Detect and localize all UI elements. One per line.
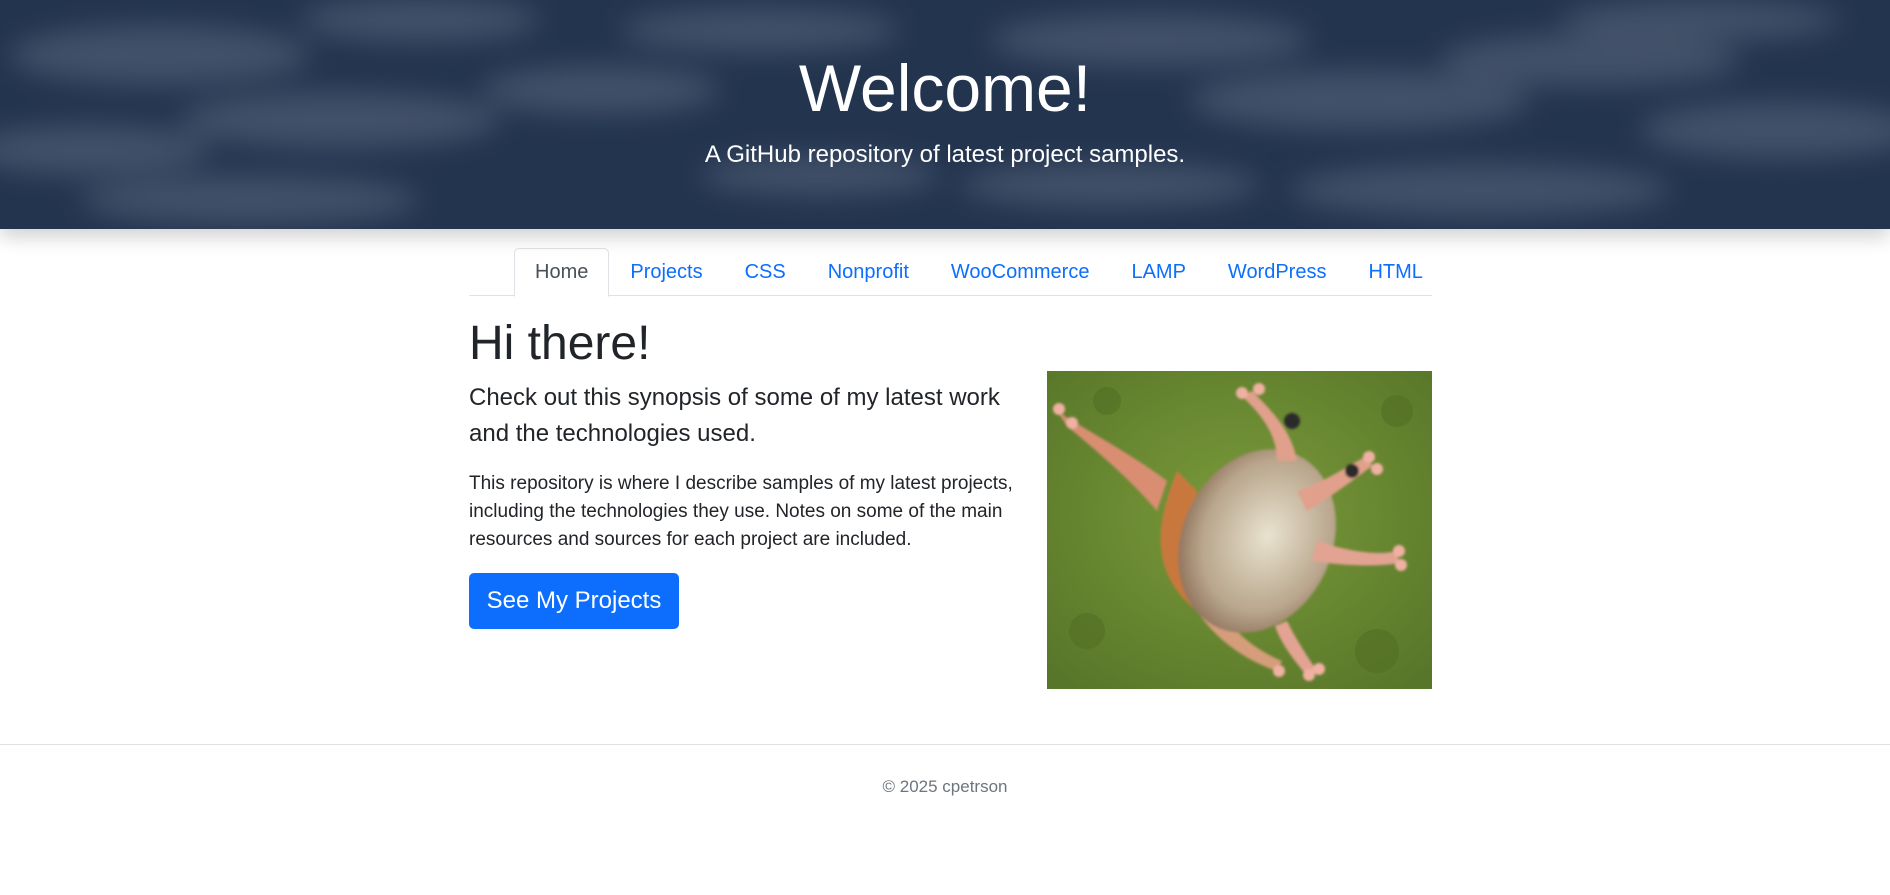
tab-projects[interactable]: Projects bbox=[609, 248, 723, 296]
tab-html[interactable]: HTML bbox=[1347, 248, 1443, 296]
tab-home[interactable]: Home bbox=[514, 248, 610, 297]
tab-lamp[interactable]: LAMP bbox=[1110, 248, 1206, 296]
tab-wordpress[interactable]: WordPress bbox=[1207, 248, 1348, 296]
hero-banner: Welcome! A GitHub repository of latest p… bbox=[0, 0, 1890, 229]
footer-divider bbox=[0, 744, 1890, 745]
page-heading: Hi there! bbox=[469, 317, 651, 370]
tab-woocommerce[interactable]: WooCommerce bbox=[930, 248, 1111, 296]
see-my-projects-button[interactable]: See My Projects bbox=[469, 573, 679, 629]
intro-paragraph: This repository is where I describe samp… bbox=[469, 473, 1013, 550]
hero-title: Welcome! bbox=[798, 51, 1092, 125]
footer-copyright: © 2025 cpetrson bbox=[882, 777, 1008, 796]
lead-text: Check out this synopsis of some of my la… bbox=[469, 384, 1000, 447]
hero-subtitle: A GitHub repository of latest project sa… bbox=[704, 141, 1186, 168]
frog-image bbox=[1047, 371, 1432, 689]
tab-css[interactable]: CSS bbox=[724, 248, 807, 296]
tab-nonprofit[interactable]: Nonprofit bbox=[807, 248, 930, 296]
frog-photo bbox=[1047, 371, 1432, 689]
nav-tabs: Home Projects CSS Nonprofit WooCommerce … bbox=[469, 248, 1432, 297]
